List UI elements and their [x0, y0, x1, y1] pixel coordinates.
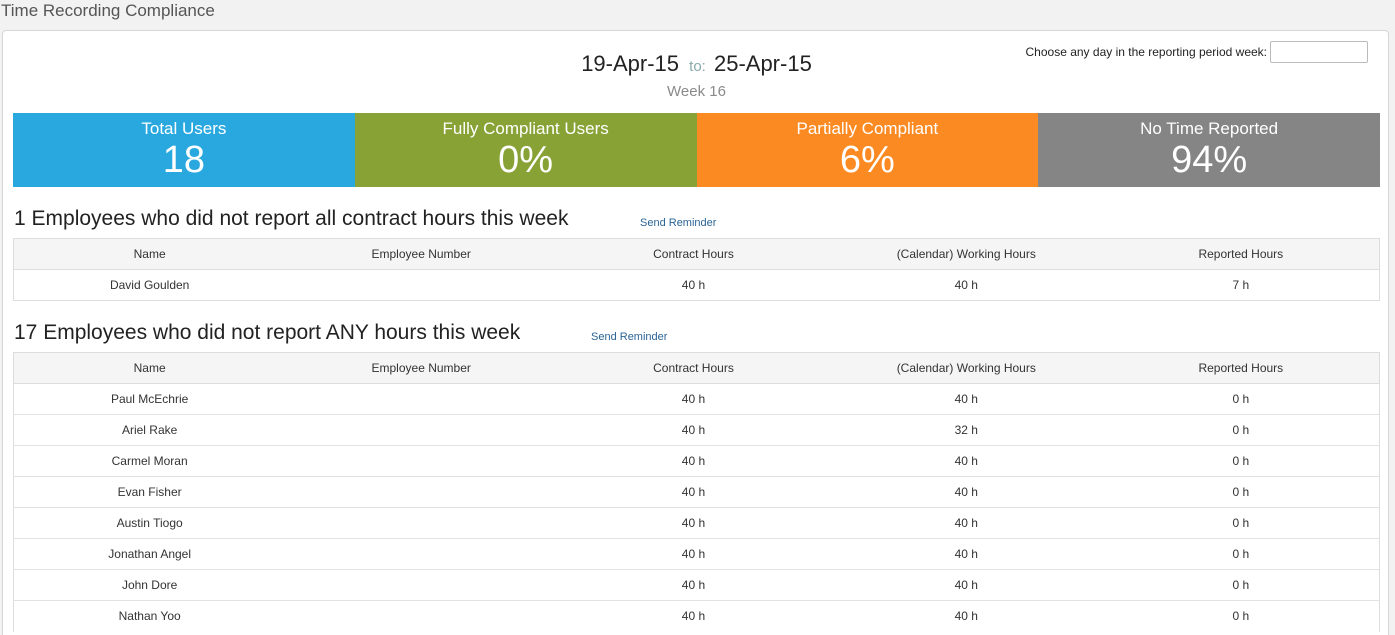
cell-name: David Goulden [13, 269, 286, 301]
cell-contract-hours: 40 h [557, 569, 830, 601]
stat-no-time-reported: No Time Reported 94% [1038, 113, 1380, 187]
cell-reported-hours: 0 h [1102, 445, 1380, 477]
cell-contract-hours: 40 h [557, 600, 830, 632]
table-header-row: Name Employee Number Contract Hours (Cal… [13, 238, 1380, 270]
table-row[interactable]: Carmel Moran 40 h 40 h0 h [13, 445, 1380, 477]
column-header-reported-hours[interactable]: Reported Hours [1102, 238, 1380, 270]
cell-reported-hours: 0 h [1102, 414, 1380, 446]
cell-contract-hours: 40 h [557, 445, 830, 477]
column-header-contract-hours[interactable]: Contract Hours [557, 352, 830, 384]
day-picker-label: Choose any day in the reporting period w… [1025, 45, 1267, 59]
cell-working-hours: 40 h [829, 383, 1103, 415]
cell-contract-hours: 40 h [557, 538, 830, 570]
stat-label: Total Users [141, 119, 227, 138]
cell-name: Carmel Moran [13, 445, 286, 477]
no-hours-table: Name Employee Number Contract Hours (Cal… [13, 352, 1380, 632]
period-end: 25-Apr-15 [713, 51, 812, 76]
table-row[interactable]: John Dore 40 h 40 h0 h [13, 569, 1380, 601]
cell-working-hours: 40 h [829, 538, 1103, 570]
table-header-row: Name Employee Number Contract Hours (Cal… [13, 352, 1380, 384]
cell-employee-number [285, 269, 558, 301]
none-send-reminder-link[interactable]: Send Reminder [591, 331, 667, 343]
cell-working-hours: 40 h [829, 507, 1103, 539]
cell-working-hours: 40 h [829, 445, 1103, 477]
cell-contract-hours: 40 h [557, 476, 830, 508]
cell-employee-number [285, 476, 558, 508]
compliance-panel: 19-Apr-15 to: 25-Apr-15 Week 16 Choose a… [2, 30, 1389, 635]
cell-employee-number [285, 414, 558, 446]
cell-employee-number [285, 383, 558, 415]
partial-send-reminder-link[interactable]: Send Reminder [640, 217, 716, 229]
column-header-contract-hours[interactable]: Contract Hours [557, 238, 830, 270]
cell-working-hours: 40 h [829, 569, 1103, 601]
cell-employee-number [285, 569, 558, 601]
column-header-employee-number[interactable]: Employee Number [285, 352, 558, 384]
cell-contract-hours: 40 h [557, 414, 830, 446]
cell-contract-hours: 40 h [557, 383, 830, 415]
none-section-title: 17 Employees who did not report ANY hour… [14, 321, 521, 344]
period-start: 19-Apr-15 [581, 51, 680, 76]
period-to-label: to: [689, 58, 706, 75]
cell-working-hours: 40 h [829, 269, 1103, 301]
cell-name: Ariel Rake [13, 414, 286, 446]
stat-value: 6% [839, 139, 895, 181]
cell-employee-number [285, 507, 558, 539]
partial-section-title: 1 Employees who did not report all contr… [14, 207, 569, 230]
page-title: Time Recording Compliance [1, 1, 215, 20]
cell-name: Paul McEchrie [13, 383, 286, 415]
column-header-working-hours[interactable]: (Calendar) Working Hours [829, 352, 1103, 384]
stat-value: 94% [1171, 139, 1248, 181]
stat-partially-compliant: Partially Compliant 6% [696, 113, 1039, 187]
stat-fully-compliant: Fully Compliant Users 0% [354, 113, 697, 187]
table-row[interactable]: Austin Tiogo 40 h 40 h0 h [13, 507, 1380, 539]
stat-value: 0% [498, 139, 554, 181]
table-row[interactable]: Evan Fisher 40 h 40 h0 h [13, 476, 1380, 508]
cell-contract-hours: 40 h [557, 269, 830, 301]
day-picker-input[interactable] [1270, 41, 1368, 63]
column-header-name[interactable]: Name [13, 238, 286, 270]
cell-name: John Dore [13, 569, 286, 601]
table-row[interactable]: Jonathan Angel 40 h 40 h0 h [13, 538, 1380, 570]
cell-name: Evan Fisher [13, 476, 286, 508]
no-hours-table-body: Paul McEchrie 40 h 40 h0 h Ariel Rake 40 h 32… [13, 383, 1380, 632]
cell-contract-hours: 40 h [557, 507, 830, 539]
stat-label: Partially Compliant [796, 119, 939, 138]
stats-bar: Total Users 18 Fully Compliant Users 0% … [13, 113, 1380, 187]
cell-reported-hours: 0 h [1102, 507, 1380, 539]
cell-reported-hours: 0 h [1102, 476, 1380, 508]
cell-name: Jonathan Angel [13, 538, 286, 570]
cell-working-hours: 40 h [829, 476, 1103, 508]
partial-hours-table: Name Employee Number Contract Hours (Cal… [13, 238, 1380, 301]
cell-reported-hours: 0 h [1102, 600, 1380, 632]
table-row[interactable]: Ariel Rake 40 h 32 h0 h [13, 414, 1380, 446]
cell-name: Nathan Yoo [13, 600, 286, 632]
cell-name: Austin Tiogo [13, 507, 286, 539]
week-label: Week 16 [667, 83, 726, 100]
column-header-employee-number[interactable]: Employee Number [285, 238, 558, 270]
cell-reported-hours: 0 h [1102, 538, 1380, 570]
column-header-reported-hours[interactable]: Reported Hours [1102, 352, 1380, 384]
cell-working-hours: 40 h [829, 600, 1103, 632]
stat-value: 18 [162, 139, 206, 181]
cell-reported-hours: 7 h [1102, 269, 1380, 301]
stat-total-users: Total Users 18 [13, 113, 355, 187]
table-row[interactable]: David Goulden 40 h 40 h7 h [13, 269, 1380, 301]
cell-employee-number [285, 538, 558, 570]
stat-label: Fully Compliant Users [442, 119, 609, 138]
day-picker: Choose any day in the reporting period w… [1026, 41, 1368, 63]
cell-employee-number [285, 600, 558, 632]
table-row[interactable]: Nathan Yoo 40 h 40 h0 h [13, 600, 1380, 632]
column-header-name[interactable]: Name [13, 352, 286, 384]
column-header-working-hours[interactable]: (Calendar) Working Hours [829, 238, 1103, 270]
stat-label: No Time Reported [1140, 119, 1279, 138]
cell-employee-number [285, 445, 558, 477]
cell-reported-hours: 0 h [1102, 383, 1380, 415]
partial-table-body: David Goulden 40 h 40 h7 h [13, 269, 1380, 301]
cell-working-hours: 32 h [829, 414, 1103, 446]
table-row[interactable]: Paul McEchrie 40 h 40 h0 h [13, 383, 1380, 415]
cell-reported-hours: 0 h [1102, 569, 1380, 601]
